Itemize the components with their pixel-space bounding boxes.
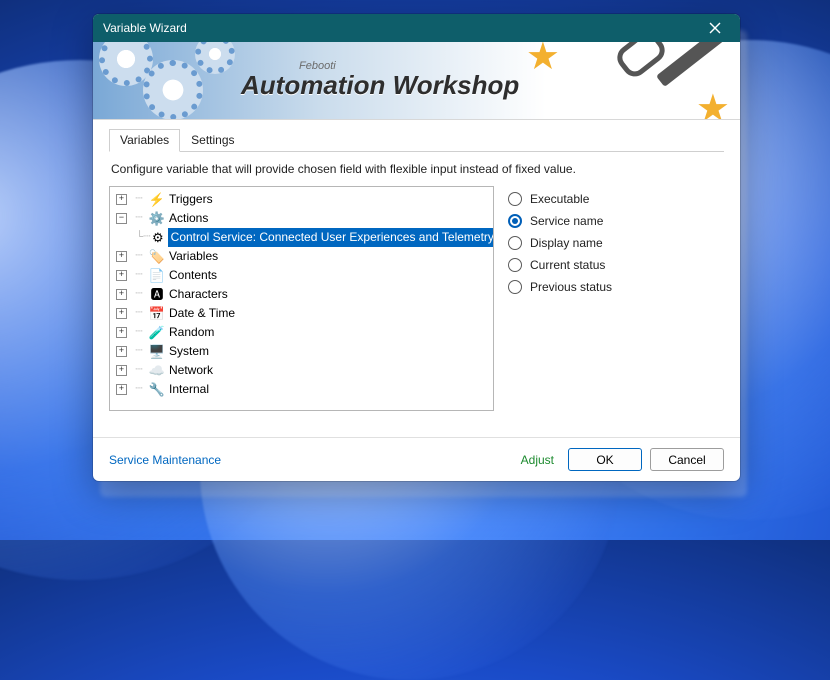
radio-icon <box>508 214 522 228</box>
tag-icon: 🏷️ <box>149 249 165 265</box>
close-icon <box>709 22 721 34</box>
lightning-icon: ⚡ <box>149 192 165 208</box>
radio-service-name[interactable]: Service name <box>508 210 724 232</box>
radio-current-status[interactable]: Current status <box>508 254 724 276</box>
adjust-link[interactable]: Adjust <box>521 453 554 467</box>
tree-item-internal[interactable]: + ┈ 🔧 Internal <box>114 380 491 399</box>
monitor-icon: 🖥️ <box>149 344 165 360</box>
tree-item-datetime[interactable]: + ┈ 📅 Date & Time <box>114 304 491 323</box>
gear-icon: ⚙ <box>152 230 164 246</box>
gear-icon <box>195 42 235 74</box>
tree-item-control-service[interactable]: └┈ ⚙ Control Service: Connected User Exp… <box>134 228 491 247</box>
expand-icon[interactable]: + <box>116 308 127 319</box>
instruction-text: Configure variable that will provide cho… <box>109 152 724 186</box>
star-icon: ★ <box>526 42 560 79</box>
tree-item-random[interactable]: + ┈ 🧪 Random <box>114 323 491 342</box>
tree-item-label-selected: Control Service: Connected User Experien… <box>168 228 494 247</box>
expand-icon[interactable]: + <box>116 384 127 395</box>
variable-wizard-dialog: Variable Wizard Febooti Automation Works… <box>93 14 740 481</box>
flask-icon: 🧪 <box>149 325 165 341</box>
expand-icon[interactable]: + <box>116 289 127 300</box>
radio-icon <box>508 236 522 250</box>
radio-label: Previous status <box>530 280 612 294</box>
tree-item-network[interactable]: + ┈ ☁️ Network <box>114 361 491 380</box>
expand-icon[interactable]: + <box>116 327 127 338</box>
tree-item-system[interactable]: + ┈ 🖥️ System <box>114 342 491 361</box>
radio-icon <box>508 192 522 206</box>
expand-icon[interactable]: + <box>116 365 127 376</box>
radio-label: Service name <box>530 214 603 228</box>
radio-label: Display name <box>530 236 603 250</box>
gear-icon: ⚙️ <box>149 211 165 227</box>
radio-display-name[interactable]: Display name <box>508 232 724 254</box>
gear-icon <box>143 60 203 120</box>
tree-item-contents[interactable]: + ┈ 📄 Contents <box>114 266 491 285</box>
collapse-icon[interactable]: − <box>116 213 127 224</box>
tree-item-actions[interactable]: − ┈ ⚙️ Actions <box>114 209 491 228</box>
tree-item-characters[interactable]: + ┈ 🅰 Characters <box>114 285 491 304</box>
calendar-icon: 📅 <box>149 306 165 322</box>
radio-icon <box>508 280 522 294</box>
tab-bar: Variables Settings <box>109 128 724 152</box>
close-button[interactable] <box>700 22 730 34</box>
tab-settings[interactable]: Settings <box>180 129 245 152</box>
banner: Febooti Automation Workshop ★ ★ <box>93 42 740 120</box>
tab-variables[interactable]: Variables <box>109 129 180 152</box>
cloud-icon: ☁️ <box>149 363 165 379</box>
tree-pane: + ┈ ⚡ Triggers − ┈ ⚙️ Actions └┈ ⚙ <box>109 186 494 411</box>
radio-group: Executable Service name Display name Cur… <box>508 186 724 435</box>
wand-icon <box>596 42 726 120</box>
wrench-icon: 🔧 <box>149 382 165 398</box>
expand-icon[interactable]: + <box>116 270 127 281</box>
tree: + ┈ ⚡ Triggers − ┈ ⚙️ Actions └┈ ⚙ <box>112 190 491 399</box>
document-icon: 📄 <box>149 268 165 284</box>
expand-icon[interactable]: + <box>116 346 127 357</box>
radio-icon <box>508 258 522 272</box>
expand-icon[interactable]: + <box>116 251 127 262</box>
radio-label: Executable <box>530 192 589 206</box>
service-maintenance-link[interactable]: Service Maintenance <box>109 453 221 467</box>
radio-executable[interactable]: Executable <box>508 188 724 210</box>
radio-label: Current status <box>530 258 605 272</box>
radio-previous-status[interactable]: Previous status <box>508 276 724 298</box>
titlebar: Variable Wizard <box>93 14 740 42</box>
expand-icon[interactable]: + <box>116 194 127 205</box>
tree-item-triggers[interactable]: + ┈ ⚡ Triggers <box>114 190 491 209</box>
banner-product: Automation Workshop <box>241 70 519 101</box>
letter-icon: 🅰 <box>149 287 165 303</box>
ok-button[interactable]: OK <box>568 448 642 471</box>
tree-item-variables[interactable]: + ┈ 🏷️ Variables <box>114 247 491 266</box>
cancel-button[interactable]: Cancel <box>650 448 724 471</box>
footer: Service Maintenance Adjust OK Cancel <box>93 437 740 481</box>
window-title: Variable Wizard <box>103 21 187 35</box>
